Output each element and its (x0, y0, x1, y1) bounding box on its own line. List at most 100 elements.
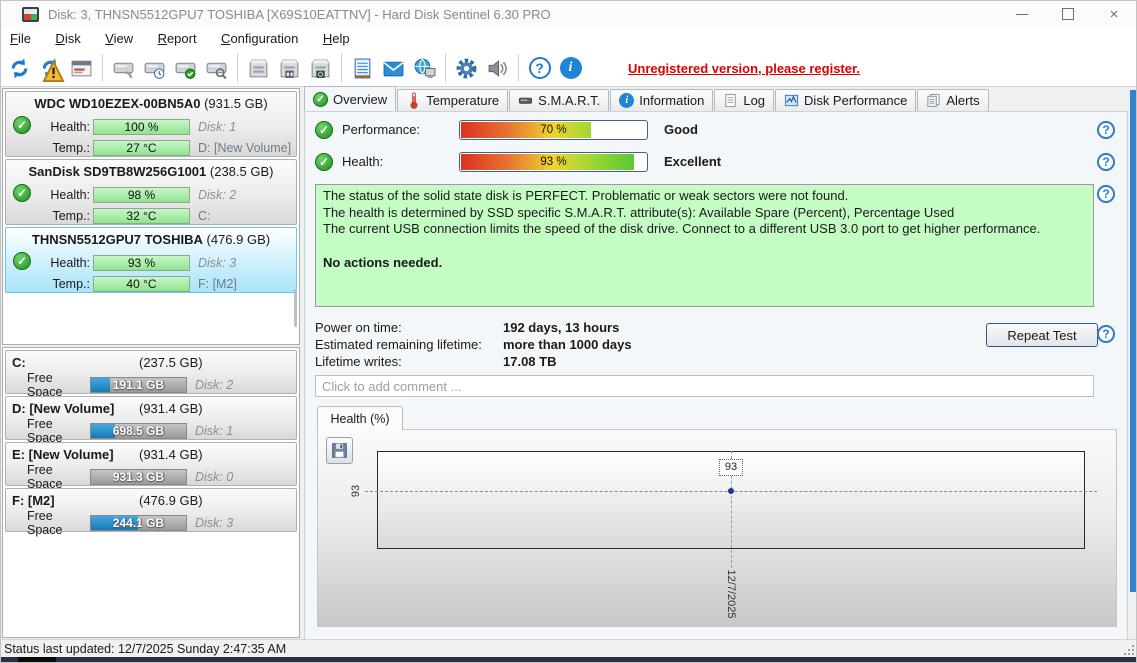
refresh-button[interactable] (4, 53, 35, 84)
partition-card-e[interactable]: E: [New Volume](931.4 GB) Free Space 931… (5, 442, 297, 486)
sounds-button[interactable] (482, 53, 513, 84)
menu-report[interactable]: Report (148, 28, 207, 49)
repeat-test-button[interactable]: Repeat Test (986, 323, 1098, 347)
tab-smart[interactable]: S.M.A.R.T. (509, 89, 609, 111)
performance-value: 70 % (460, 121, 647, 139)
disk-search-button[interactable] (201, 53, 232, 84)
hdd-power-button[interactable] (305, 53, 336, 84)
refresh-error-button[interactable] (35, 53, 66, 84)
maximize-button[interactable] (1045, 0, 1091, 28)
disk-list-scrollbar[interactable] (294, 289, 297, 327)
disk-model: THNSN5512GPU7 TOSHIBA (32, 232, 203, 247)
health-bar: 100 % (93, 119, 190, 135)
menu-help[interactable]: Help (313, 28, 360, 49)
help-icon[interactable]: ? (1097, 153, 1115, 171)
status-ok-icon: ✓ (313, 92, 328, 107)
help-icon: ? (529, 57, 551, 79)
report-button[interactable] (66, 53, 97, 84)
partition-name: D: [New Volume] (12, 401, 114, 416)
save-chart-button[interactable] (326, 437, 353, 464)
speaker-icon (486, 57, 509, 80)
disk-list-panel: WDC WD10EZEX-00BN5A0 (931.5 GB) ✓ Health… (2, 88, 300, 345)
chart-data-point (728, 488, 734, 494)
partition-size: (476.9 GB) (139, 493, 203, 508)
temp-label: Temp.: (36, 209, 90, 223)
free-space-label: Free Space (27, 417, 90, 445)
hdd-connect-button[interactable] (274, 53, 305, 84)
disk-size: (238.5 GB) (210, 164, 274, 179)
health-chart-panel: 93 93 12/7/2025 (317, 429, 1117, 627)
disk-schedule-button[interactable] (139, 53, 170, 84)
email-button[interactable] (378, 53, 409, 84)
free-space-bar: 698.5 GB (90, 423, 187, 439)
stat-value: 192 days, 13 hours (503, 320, 619, 335)
tab-log[interactable]: Log (714, 89, 774, 111)
menu-configuration[interactable]: Configuration (211, 28, 308, 49)
refresh-icon (8, 57, 31, 80)
tab-alerts[interactable]: Alerts (917, 89, 988, 111)
disk-schedule-icon (143, 57, 166, 80)
notes-button[interactable] (347, 53, 378, 84)
status-line: The health is determined by SSD specific… (323, 205, 1086, 222)
partition-card-c[interactable]: C:(237.5 GB) Free Space 191.1 GB Disk: 2 (5, 350, 297, 394)
tab-disk-performance[interactable]: Disk Performance (775, 89, 916, 111)
minimize-button[interactable] (999, 0, 1045, 28)
disk-ok-button[interactable] (170, 53, 201, 84)
toolbar-separator (341, 54, 342, 82)
status-line: The status of the solid state disk is PE… (323, 188, 1086, 205)
partition-card-d[interactable]: D: [New Volume](931.4 GB) Free Space 698… (5, 396, 297, 440)
help-icon[interactable]: ? (1097, 121, 1115, 139)
partition-name: F: [M2] (12, 493, 55, 508)
disk-number: Disk: 3 (198, 256, 236, 270)
hdd-power-icon (309, 57, 332, 80)
main-panel: ✓Overview Temperature S.M.A.R.T. iInform… (304, 88, 1128, 640)
temp-bar: 27 °C (93, 140, 190, 156)
status-action: No actions needed. (323, 255, 1086, 272)
resize-grip[interactable] (1122, 643, 1134, 655)
close-button[interactable]: × (1091, 0, 1137, 28)
partition-size: (237.5 GB) (139, 355, 203, 370)
tab-overview[interactable]: ✓Overview (304, 86, 396, 111)
stat-value: more than 1000 days (503, 337, 632, 352)
help-button[interactable]: ? (524, 53, 555, 84)
info-icon: i (560, 57, 582, 79)
partition-card-f[interactable]: F: [M2](476.9 GB) Free Space 244.1 GB Di… (5, 488, 297, 532)
menu-disk[interactable]: Disk (45, 28, 90, 49)
disk-number: Disk: 0 (195, 470, 233, 484)
partition-name: E: [New Volume] (12, 447, 114, 462)
tab-temperature[interactable]: Temperature (397, 89, 508, 111)
temp-label: Temp.: (36, 277, 90, 291)
tab-information[interactable]: iInformation (610, 89, 713, 111)
disk-restore-button[interactable] (108, 53, 139, 84)
help-icon[interactable]: ? (1097, 325, 1115, 343)
network-button[interactable] (409, 53, 440, 84)
disk-card-toshiba-selected[interactable]: THNSN5512GPU7 TOSHIBA (476.9 GB) ✓ Healt… (5, 227, 297, 293)
help-icon[interactable]: ? (1097, 185, 1115, 203)
register-link[interactable]: Unregistered version, please register. (628, 61, 860, 76)
alerts-pages-icon (926, 93, 941, 108)
about-button[interactable]: i (555, 53, 586, 84)
log-icon (723, 93, 738, 108)
toolbar-separator (102, 54, 103, 82)
disk-search-icon (205, 57, 228, 80)
menu-view[interactable]: View (95, 28, 143, 49)
health-bar: 93 % (93, 255, 190, 271)
tab-bar: ✓Overview Temperature S.M.A.R.T. iInform… (304, 88, 990, 111)
disk-card-sandisk[interactable]: SanDisk SD9TB8W256G1001 (238.5 GB) ✓ Hea… (5, 159, 297, 225)
disk-ok-icon (174, 57, 197, 80)
floppy-icon (331, 442, 348, 459)
disk-card-wdc[interactable]: WDC WD10EZEX-00BN5A0 (931.5 GB) ✓ Health… (5, 91, 297, 157)
comment-input[interactable] (315, 375, 1094, 397)
stat-label: Lifetime writes: (315, 354, 503, 369)
partition-name: C: (12, 355, 26, 370)
hdd-button[interactable] (243, 53, 274, 84)
report-window-icon (70, 57, 93, 80)
chart-tab-health[interactable]: Health (%) (317, 406, 403, 430)
health-rating: Excellent (664, 154, 721, 169)
performance-meter: 70 % (459, 120, 648, 140)
menu-file[interactable]: File (0, 28, 41, 49)
disk-volume: D: [New Volume] (198, 141, 291, 155)
settings-button[interactable] (451, 53, 482, 84)
toolbar-separator (445, 54, 446, 82)
disk-volume: C: (198, 209, 211, 223)
